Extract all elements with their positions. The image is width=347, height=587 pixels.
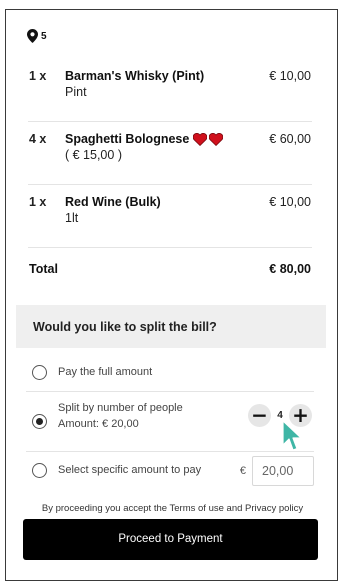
item-name: Barman's Whisky (Pint): [65, 69, 204, 83]
pointer-cursor-icon: [282, 420, 302, 451]
item-price: € 60,00: [269, 132, 311, 146]
option-split-by-people[interactable]: Split by number of people Amount: € 20,0…: [26, 392, 314, 452]
radio-specific-amount[interactable]: [32, 463, 47, 478]
total-label: Total: [29, 262, 58, 276]
checkout-panel: 5 1 x Barman's Whisky (Pint) Pint € 10,0…: [5, 9, 338, 581]
amount-field-wrap: €: [240, 456, 314, 486]
item-quantity: 1 x: [29, 69, 47, 83]
item-name-text: Barman's Whisky (Pint): [65, 69, 205, 83]
option-pay-full[interactable]: Pay the full amount: [26, 352, 314, 392]
heart-icon: [209, 132, 224, 146]
item-name-text: Spaghetti Bolognese: [65, 132, 190, 146]
total-value: € 80,00: [269, 262, 311, 276]
terms-and: and: [226, 503, 243, 514]
location-pin-icon: [27, 29, 38, 43]
item-quantity: 1 x: [29, 195, 47, 209]
split-amount: Amount: € 20,00: [58, 418, 139, 430]
decrement-button[interactable]: −: [248, 404, 271, 427]
heart-icon: [193, 132, 208, 146]
item-name-text: Red Wine (Bulk): [65, 195, 161, 209]
split-options: Pay the full amount Split by number of p…: [26, 352, 314, 492]
terms-notice: By proceeding you accept the Terms of us…: [6, 503, 337, 514]
order-item: 1 x Barman's Whisky (Pint) Pint € 10,00: [28, 59, 312, 122]
split-bill-question: Would you like to split the bill?: [33, 320, 217, 334]
item-detail: 1lt: [65, 211, 79, 225]
option-specific-amount[interactable]: Select specific amount to pay €: [26, 452, 314, 492]
item-detail: Pint: [65, 85, 87, 99]
privacy-policy-link[interactable]: Privacy policy: [245, 503, 303, 514]
item-name: Red Wine (Bulk): [65, 195, 161, 209]
table-number: 5: [41, 30, 47, 42]
item-quantity: 4 x: [29, 132, 47, 146]
amount-input[interactable]: [252, 456, 314, 486]
radio-split-by-people[interactable]: [32, 414, 47, 429]
order-list: 1 x Barman's Whisky (Pint) Pint € 10,00 …: [28, 59, 312, 248]
option-split-by-people-label: Split by number of people: [58, 402, 183, 414]
order-item: 4 x Spaghetti Bolognese ( € 15,00 ) € 60…: [28, 122, 312, 185]
radio-pay-full[interactable]: [32, 365, 47, 380]
table-indicator: 5: [27, 29, 47, 43]
item-price: € 10,00: [269, 195, 311, 209]
total-row: Total € 80,00: [28, 258, 312, 282]
terms-prefix: By proceeding you accept the: [41, 503, 168, 514]
item-detail: ( € 15,00 ): [65, 148, 122, 162]
proceed-to-payment-button[interactable]: Proceed to Payment: [23, 519, 318, 560]
hearts-group: [193, 132, 224, 146]
currency-symbol: €: [239, 465, 246, 477]
item-price: € 10,00: [269, 69, 311, 83]
order-item: 1 x Red Wine (Bulk) 1lt € 10,00: [28, 185, 312, 248]
item-name: Spaghetti Bolognese: [65, 132, 224, 146]
split-bill-header: Would you like to split the bill?: [16, 305, 326, 348]
option-pay-full-label: Pay the full amount: [58, 366, 153, 378]
option-specific-amount-label: Select specific amount to pay: [58, 464, 202, 476]
terms-of-use-link[interactable]: Terms of use: [170, 503, 224, 514]
